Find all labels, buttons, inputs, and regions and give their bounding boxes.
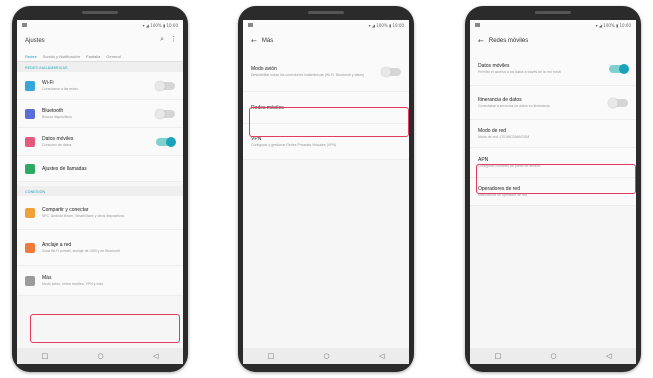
list-item-summary: Buscar dispositivos (42, 114, 72, 119)
toggle-switch[interactable] (609, 63, 629, 74)
list-item-label: Modo de red (478, 127, 507, 134)
settings-tabs: Redes Sonido y Notificación Pantalla Gen… (17, 52, 183, 62)
list-item-label: Ajustes de llamadas (42, 165, 87, 172)
notification-icon (22, 23, 27, 27)
section-header-connection: CONEXIÓN (17, 186, 183, 196)
more-icon (25, 275, 35, 286)
section-header-wireless: REDES INALÁMBRICAS (17, 62, 183, 72)
list-item-datos-moviles[interactable]: Datos móviles Consumo de datos (17, 128, 183, 156)
nav-bar: □ ○ ◁ (17, 348, 183, 364)
tab-general[interactable]: General (106, 54, 120, 59)
list-item-ajustes-de-llamadas[interactable]: Ajustes de llamadas (17, 156, 183, 182)
list-item-label: Modo avión (251, 65, 277, 72)
toggle-switch[interactable] (155, 80, 175, 91)
back-nav-icon[interactable]: ◁ (153, 352, 158, 360)
notification-icon (475, 23, 480, 27)
speaker-grille (308, 11, 344, 14)
wifi-icon (25, 80, 35, 91)
list-item-summary: Deshabilitar todas las conexiones inalám… (251, 72, 365, 77)
hotspot-icon (25, 242, 35, 253)
home-icon[interactable]: ○ (551, 352, 557, 360)
recent-apps-icon[interactable]: □ (268, 352, 275, 360)
screen-mobile-networks: ▾ ◢ 100% ▮ 10:00 ← Redes móviles Datos m… (470, 20, 636, 364)
back-nav-icon[interactable]: ◁ (379, 352, 384, 360)
arrow-left-icon[interactable]: ← (478, 37, 484, 45)
home-icon[interactable]: ○ (98, 352, 104, 360)
list-item-summary: Zona Wi-Fi portátil, anclaje de USB y de… (42, 248, 121, 253)
status-bar: ▾ ◢ 100% ▮ 10:00 (470, 20, 636, 30)
tab-pantalla[interactable]: Pantalla (86, 54, 100, 59)
status-indicators: ▾ ◢ 100% ▮ 10:00 (595, 22, 631, 28)
list-item-label: APN (478, 156, 489, 163)
page-title: Ajustes (25, 38, 45, 44)
list-item-modo-avion[interactable]: Modo avión Deshabilitar todas las conexio… (243, 52, 409, 92)
list-item-label: Más (42, 274, 52, 281)
list-item-label: Bluetooth (42, 107, 64, 114)
status-indicators: ▾ ◢ 100% ▮ 10:00 (368, 22, 404, 28)
list-item-itinerancia-de-datos[interactable]: Itinerancia de datos Conectarse a servici… (470, 86, 636, 120)
status-bar: ▾ ◢ 100% ▮ 10:00 (243, 20, 409, 30)
list-item-summary: Conectarse a servicios de datos en itine… (478, 103, 550, 108)
arrow-left-icon[interactable]: ← (251, 37, 257, 45)
search-icon[interactable]: ⌕ (160, 35, 164, 44)
notification-icon (248, 23, 253, 27)
back-nav-icon[interactable]: ◁ (606, 352, 611, 360)
list-item-label: Datos móviles (478, 62, 510, 69)
list-item-label: Itinerancia de datos (478, 96, 522, 103)
list-item-label: Datos móviles (42, 135, 74, 142)
list-item-label: Wi-Fi (42, 79, 54, 86)
list-item-datos-moviles[interactable]: Datos móviles Permitir el acceso a los da… (470, 52, 636, 86)
tab-sonido[interactable]: Sonido y Notificación (43, 54, 80, 59)
more-vert-icon[interactable]: ⋮ (170, 35, 177, 44)
screen-more: ▾ ◢ 100% ▮ 10:00 ← Más Modo avión Deshabi… (243, 20, 409, 364)
share-icon (25, 207, 35, 218)
recent-apps-icon[interactable]: □ (495, 352, 502, 360)
mobile-data-icon (25, 136, 35, 147)
list-item-summary: Permitir el acceso a los datos a través … (478, 69, 561, 74)
list-item-compartir-y-conectar[interactable]: Compartir y conectar NFC, Android Beam, S… (17, 196, 183, 230)
speaker-grille (82, 11, 118, 14)
highlight-mas (30, 314, 180, 343)
list-item-summary: NFC, Android Beam, SmartShare y otros di… (42, 213, 125, 218)
highlight-redes-moviles (249, 107, 409, 137)
phone-frame-settings: ▾ ◢ 100% ▮ 10:00 Ajustes ⌕ ⋮ Redes Sonid… (12, 6, 188, 372)
phone-icon (25, 163, 35, 174)
nav-bar: □ ○ ◁ (470, 348, 636, 364)
list-item-summary: Consumo de datos (42, 142, 72, 147)
list-item-summary: Configurar y gestionar Redes Privadas Vi… (251, 142, 337, 147)
list-item-bluetooth[interactable]: Bluetooth Buscar dispositivos (17, 100, 183, 128)
bluetooth-icon (25, 108, 35, 119)
screen-settings: ▾ ◢ 100% ▮ 10:00 Ajustes ⌕ ⋮ Redes Sonid… (17, 20, 183, 364)
list-item-label: Compartir y conectar (42, 206, 89, 213)
toggle-switch[interactable] (608, 97, 628, 108)
list-item-wi-fi[interactable]: Wi-Fi Conectarse a las redes (17, 72, 183, 100)
phone-frame-more: ▾ ◢ 100% ▮ 10:00 ← Más Modo avión Deshabi… (238, 6, 414, 372)
home-icon[interactable]: ○ (324, 352, 330, 360)
nav-bar: □ ○ ◁ (243, 348, 409, 364)
highlight-apn (476, 164, 636, 194)
app-bar: Ajustes ⌕ ⋮ (17, 30, 183, 52)
toggle-switch[interactable] (156, 136, 176, 147)
speaker-grille (535, 11, 571, 14)
list-item-label: Anclaje a red (42, 241, 72, 248)
toggle-switch[interactable] (155, 108, 175, 119)
app-bar: ← Redes móviles (470, 30, 636, 52)
page-title: Más (261, 38, 274, 44)
status-indicators: ▾ ◢ 100% ▮ 10:00 (142, 22, 178, 28)
status-bar: ▾ ◢ 100% ▮ 10:00 (17, 20, 183, 30)
list-item-modo-de-red[interactable]: Modo de red Modo de red: LTE/WCDMA/GSM (470, 120, 636, 148)
list-item-summary: Modo de red: LTE/WCDMA/GSM (478, 134, 530, 139)
app-bar: ← Más (243, 30, 409, 52)
list-item-anclaje-a-red[interactable]: Anclaje a red Zona Wi-Fi portátil, anclaj… (17, 230, 183, 266)
tab-redes[interactable]: Redes (25, 54, 37, 59)
recent-apps-icon[interactable]: □ (42, 352, 49, 360)
list-item-summary: Modo avión, redes móviles, VPN y más (42, 281, 104, 286)
phone-frame-mobile-networks: ▾ ◢ 100% ▮ 10:00 ← Redes móviles Datos m… (465, 6, 641, 372)
page-title: Redes móviles (488, 38, 529, 44)
list-item-summary: Conectarse a las redes (42, 86, 78, 91)
toggle-switch[interactable] (381, 66, 401, 77)
list-item-mas[interactable]: Más Modo avión, redes móviles, VPN y más (17, 266, 183, 296)
